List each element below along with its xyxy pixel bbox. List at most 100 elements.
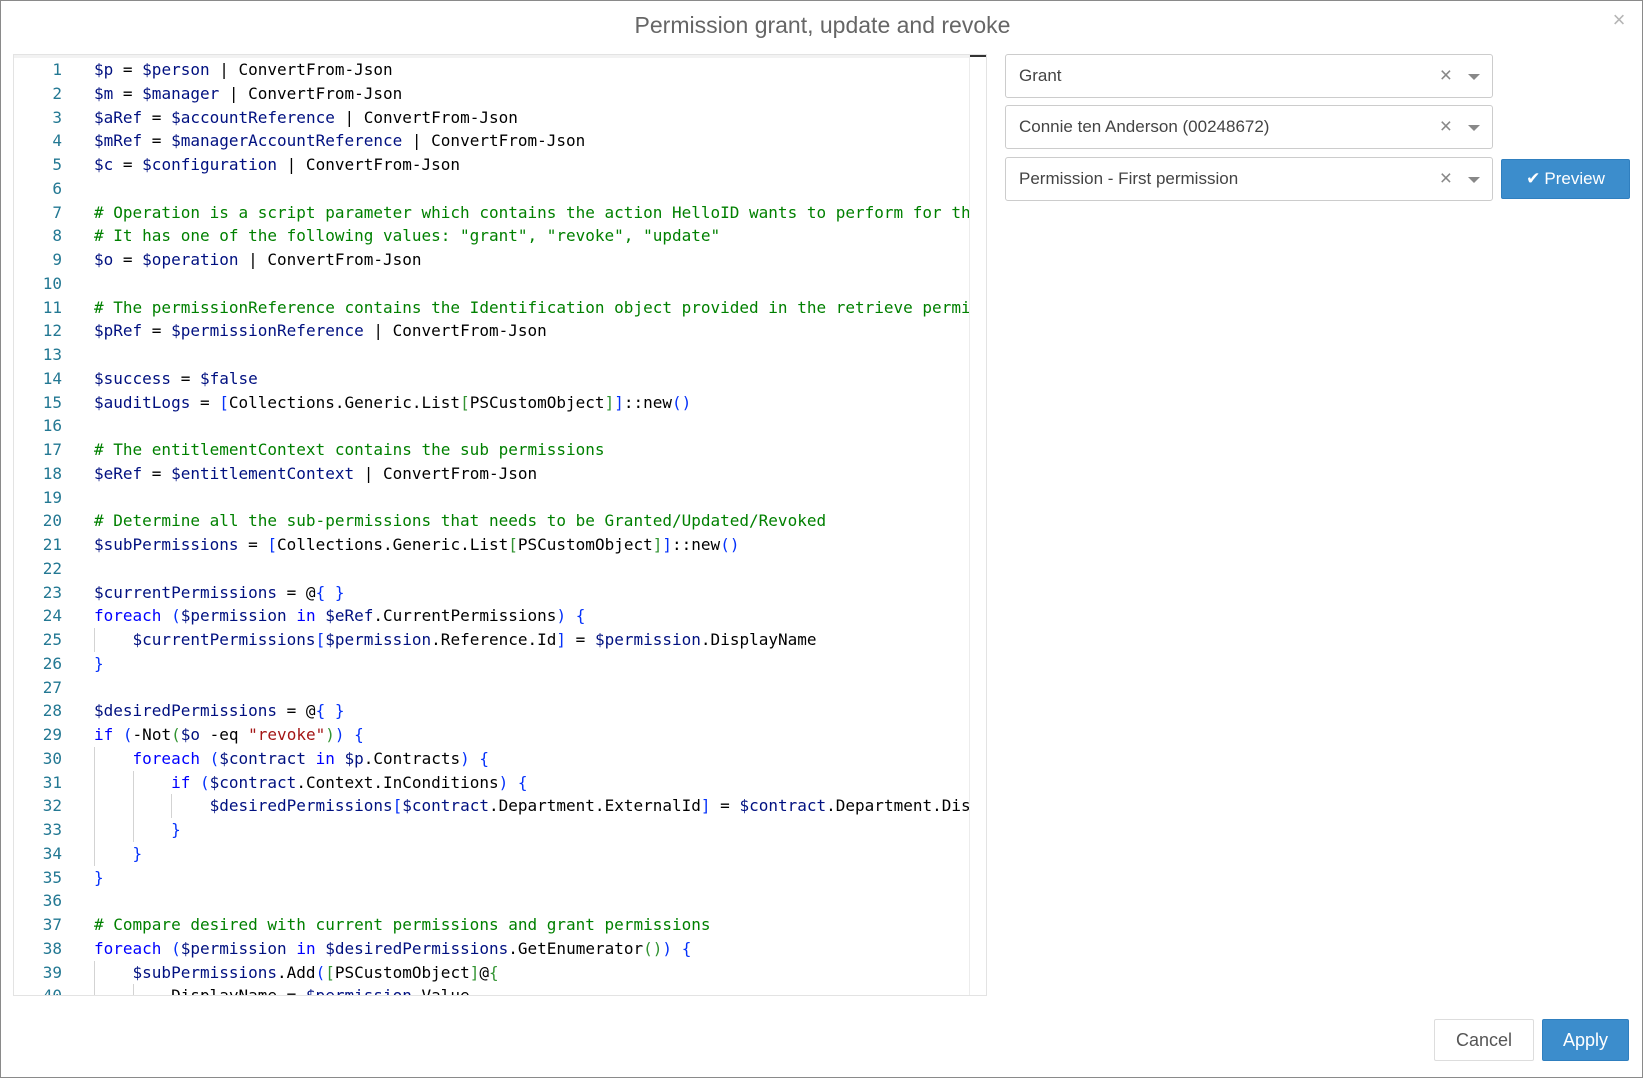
code-text: if (-Not($o -eq "revoke")) { (94, 725, 364, 744)
code-text: foreach ($permission in $eRef.CurrentPer… (94, 606, 586, 626)
code-line[interactable]: 9 $o = $operation | ConvertFrom-Json (14, 248, 969, 272)
code-line[interactable]: 17 # The entitlementContext contains the … (14, 438, 969, 462)
line-number: 33 (42, 820, 62, 839)
close-icon[interactable]: × (1608, 9, 1630, 31)
code-line[interactable]: 11 # The permissionReference contains the… (14, 296, 986, 320)
code-line[interactable]: 27 (14, 676, 969, 700)
code-text: $m = $manager | ConvertFrom-Json (94, 83, 403, 103)
code-text: # The permissionReference contains the I… (94, 297, 987, 317)
line-number: 1 (52, 60, 62, 79)
line-number: 26 (42, 653, 62, 673)
code-line[interactable]: 39 $subPermissions.Add([PSCustomObject]@… (14, 960, 969, 985)
line-number: 10 (42, 273, 62, 293)
code-line[interactable]: 7 # Operation is a script parameter which… (14, 201, 986, 225)
code-text: $currentPermissions = @{ } (94, 582, 345, 602)
code-line[interactable]: 8 # It has one of the following values: "… (14, 224, 969, 248)
code-line[interactable]: 40 DisplayName = $permission.Value (14, 984, 969, 996)
code-line[interactable]: 33 } (14, 818, 969, 842)
line-number: 24 (42, 606, 62, 626)
dialog: Permission grant, update and revoke × 1 $… (0, 0, 1643, 1078)
line-number: 35 (42, 867, 62, 887)
code-line[interactable]: 1 $p = $person | ConvertFrom-Json (14, 58, 969, 82)
code-text: if ($contract.Context.InConditions) { (171, 772, 528, 792)
code-text: $p = $person | ConvertFrom-Json (94, 60, 393, 79)
line-number: 21 (42, 535, 62, 554)
cancel-button[interactable]: Cancel (1434, 1019, 1534, 1061)
chevron-down-icon[interactable] (1468, 74, 1480, 80)
code-line[interactable]: 34 } (14, 841, 969, 866)
code-text: # Determine all the sub-permissions that… (94, 511, 827, 531)
code-text: $c = $configuration | ConvertFrom-Json (94, 155, 461, 174)
line-number: 20 (42, 511, 62, 531)
line-number: 5 (52, 155, 62, 174)
code-line[interactable]: 31 if ($contract.Context.InConditions) { (14, 770, 969, 795)
code-line[interactable]: 10 (14, 272, 969, 296)
preview-button[interactable]: ✔ Preview (1501, 159, 1630, 199)
permission-clear-icon[interactable]: × (1440, 158, 1452, 200)
code-text: $o = $operation | ConvertFrom-Json (94, 250, 422, 269)
code-text: $desiredPermissions = @{ } (94, 701, 345, 721)
code-text: # Operation is a script parameter which … (94, 202, 987, 222)
apply-button[interactable]: Apply (1542, 1019, 1629, 1061)
code-line[interactable]: 3 $aRef = $accountReference | ConvertFrom… (14, 106, 969, 130)
line-number: 9 (52, 250, 62, 269)
line-number: 11 (42, 297, 62, 317)
code-line[interactable]: 24 foreach ($permission in $eRef.CurrentP… (14, 604, 969, 628)
code-line[interactable]: 6 (14, 177, 969, 201)
code-line[interactable]: 14 $success = $false (14, 367, 969, 391)
code-line[interactable]: 4 $mRef = $managerAccountReference | Conv… (14, 129, 969, 153)
code-line[interactable]: 30 foreach ($contract in $p.Contracts) { (14, 746, 969, 771)
code-text: # It has one of the following values: "g… (94, 226, 721, 246)
code-text: $subPermissions.Add([PSCustomObject]@{ (132, 962, 499, 982)
code-line[interactable]: 12 $pRef = $permissionReference | Convert… (14, 319, 969, 343)
line-number: 34 (42, 843, 62, 863)
code-line[interactable]: 21 $subPermissions = [Collections.Generic… (14, 533, 969, 557)
line-number: 4 (52, 131, 62, 151)
code-editor[interactable]: 1 $p = $person | ConvertFrom-Json 2 $m = $m… (13, 54, 987, 996)
operation-select[interactable]: Grant × (1005, 54, 1493, 98)
code-line[interactable]: 16 (14, 414, 969, 438)
code-lines[interactable]: 1 $p = $person | ConvertFrom-Json 2 $m = $m… (14, 58, 986, 996)
code-line[interactable]: 35} (14, 866, 969, 890)
code-line[interactable]: 20 # Determine all the sub-permissions th… (14, 509, 969, 533)
line-number: 8 (52, 226, 62, 246)
code-line[interactable]: 15 $auditLogs = [Collections.Generic.List… (14, 391, 969, 415)
code-line[interactable]: 32 $desiredPermissions[$contract.Departm… (14, 794, 986, 818)
code-line[interactable]: 13 (14, 343, 969, 367)
line-number: 30 (42, 748, 62, 768)
chevron-down-icon[interactable] (1468, 125, 1480, 131)
person-select[interactable]: Connie ten Anderson (00248672) × (1005, 105, 1493, 149)
code-line[interactable]: 23 $currentPermissions = @{ } (14, 581, 969, 605)
operation-clear-icon[interactable]: × (1440, 55, 1452, 97)
code-line[interactable]: 5 $c = $configuration | ConvertFrom-Json (14, 153, 969, 177)
code-text: $auditLogs = [Collections.Generic.List[P… (94, 392, 692, 412)
code-line[interactable]: 2 $m = $manager | ConvertFrom-Json (14, 82, 969, 106)
permission-select[interactable]: Permission - First permission × (1005, 157, 1493, 201)
editor-scrollbar[interactable] (969, 55, 986, 995)
line-number: 22 (42, 558, 62, 578)
line-number: 7 (52, 202, 62, 222)
code-line[interactable]: 37 # Compare desired with current permiss… (14, 913, 969, 937)
code-text: $subPermissions = [Collections.Generic.L… (94, 535, 740, 554)
preview-button-label: Preview (1544, 169, 1605, 188)
code-text: $aRef = $accountReference | ConvertFrom-… (94, 107, 518, 127)
code-text: $pRef = $permissionReference | ConvertFr… (94, 321, 547, 341)
line-number: 3 (52, 107, 62, 127)
person-clear-icon[interactable]: × (1440, 106, 1452, 148)
line-number: 39 (42, 962, 62, 982)
code-line[interactable]: 38 foreach ($permission in $desiredPermis… (14, 937, 969, 961)
code-line[interactable]: 22 (14, 557, 969, 581)
code-line[interactable]: 18 $eRef = $entitlementContext | ConvertF… (14, 462, 969, 486)
code-line[interactable]: 25 $currentPermissions[$permission.Refer… (14, 628, 969, 652)
code-line[interactable]: 29 if (-Not($o -eq "revoke")) { (14, 723, 969, 747)
code-line[interactable]: 36 (14, 889, 969, 913)
code-text: foreach ($contract in $p.Contracts) { (132, 748, 490, 768)
line-number: 16 (42, 416, 62, 436)
code-line[interactable]: 26} (14, 652, 969, 676)
line-number: 19 (42, 487, 62, 507)
code-text: DisplayName = $permission.Value (94, 986, 470, 996)
line-number: 31 (42, 772, 62, 792)
code-line[interactable]: 28 $desiredPermissions = @{ } (14, 699, 969, 723)
code-line[interactable]: 19 (14, 486, 969, 510)
chevron-down-icon[interactable] (1468, 177, 1480, 183)
